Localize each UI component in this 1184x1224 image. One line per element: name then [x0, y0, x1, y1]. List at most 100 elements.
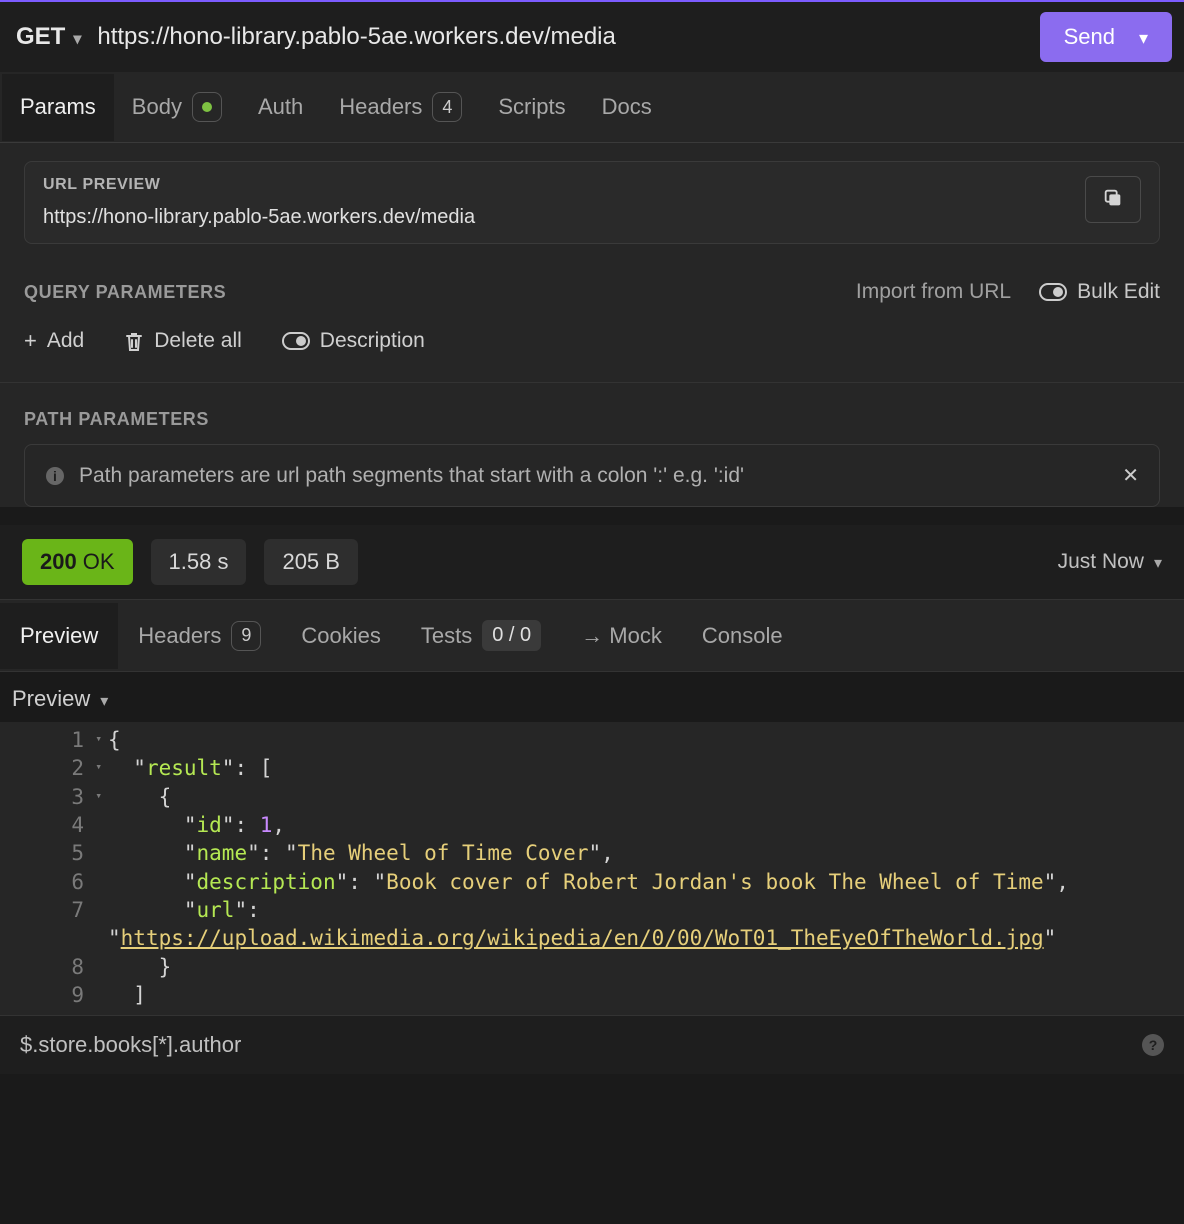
chevron-down-icon [100, 686, 108, 712]
response-status-bar: 200 OK 1.58 s 205 B Just Now [0, 525, 1184, 599]
tab-label: Scripts [498, 94, 565, 120]
copy-icon [1102, 187, 1124, 209]
headers-count-badge: 4 [432, 92, 462, 122]
import-from-url-button[interactable]: Import from URL [856, 280, 1011, 304]
tab-label: Params [20, 94, 96, 120]
code-line: { [90, 783, 171, 811]
status-code: 200 [40, 549, 77, 575]
line-number: 9 [71, 983, 84, 1007]
copy-url-button[interactable] [1085, 176, 1141, 223]
info-icon: i [45, 466, 65, 486]
path-params-section: PATH PARAMETERS i Path parameters are ur… [0, 383, 1184, 507]
tab-headers[interactable]: Headers 4 [321, 72, 480, 142]
response-size-pill[interactable]: 205 B [264, 539, 358, 585]
code-line: "name": "The Wheel of Time Cover", [90, 839, 614, 867]
bulk-edit-button[interactable]: Bulk Edit [1039, 280, 1160, 304]
url-preview-section: URL PREVIEW https://hono-library.pablo-5… [0, 143, 1184, 256]
query-params-actions: Add Delete all Description [0, 314, 1184, 383]
path-params-info-banner: i Path parameters are url path segments … [24, 444, 1160, 507]
line-number: 2 [71, 756, 84, 780]
delete-all-label: Delete all [154, 329, 242, 353]
resp-tab-headers[interactable]: Headers 9 [118, 601, 281, 671]
status-text: OK [83, 549, 115, 575]
tab-label: Tests [421, 623, 472, 649]
query-params-header: QUERY PARAMETERS Import from URL Bulk Ed… [0, 256, 1184, 314]
close-banner-button[interactable]: ✕ [1122, 463, 1139, 488]
resp-tab-cookies[interactable]: Cookies [281, 603, 400, 669]
fold-icon[interactable]: ▾ [95, 789, 102, 804]
chevron-down-icon[interactable] [1139, 24, 1148, 50]
resp-tab-mock[interactable]: → Mock [561, 603, 682, 669]
tab-label: Headers [138, 623, 221, 649]
delete-all-button[interactable]: Delete all [124, 329, 242, 353]
tab-label: → Mock [581, 623, 662, 649]
query-params-title: QUERY PARAMETERS [24, 282, 226, 303]
tab-scripts[interactable]: Scripts [480, 74, 583, 140]
url-input[interactable] [85, 17, 1039, 57]
send-button[interactable]: Send [1040, 12, 1172, 62]
add-param-button[interactable]: Add [24, 328, 84, 354]
tab-label: Cookies [301, 623, 380, 649]
jsonpath-input[interactable] [20, 1032, 1142, 1058]
response-timestamp-dropdown[interactable]: Just Now [1058, 550, 1162, 574]
body-active-dot-icon [202, 102, 212, 112]
chevron-down-icon [1154, 550, 1162, 574]
status-code-pill[interactable]: 200 OK [22, 539, 133, 585]
jsonpath-bar: ? [0, 1015, 1184, 1074]
url-preview-label: URL PREVIEW [43, 176, 1075, 194]
tab-auth[interactable]: Auth [240, 74, 321, 140]
bulk-edit-label: Bulk Edit [1077, 280, 1160, 304]
response-tabs: Preview Headers 9 Cookies Tests 0 / 0 → … [0, 599, 1184, 672]
url-preview-value: https://hono-library.pablo-5ae.workers.d… [43, 206, 1075, 229]
line-number: 7 [71, 898, 84, 922]
line-number: 4 [71, 813, 84, 837]
code-line: ] [90, 981, 146, 1009]
tab-params[interactable]: Params [2, 74, 114, 141]
code-line: } [90, 953, 171, 981]
chevron-down-icon [73, 23, 81, 51]
path-params-info-text: Path parameters are url path segments th… [79, 464, 744, 488]
send-button-label: Send [1064, 24, 1115, 50]
response-timestamp: Just Now [1058, 550, 1144, 574]
request-bar: GET Send [0, 0, 1184, 72]
tab-label: Headers [339, 94, 422, 120]
response-time-pill[interactable]: 1.58 s [151, 539, 247, 585]
toggle-icon [1039, 283, 1067, 301]
fold-icon[interactable]: ▾ [95, 760, 102, 775]
code-line: "url": [90, 896, 260, 924]
tab-body[interactable]: Body [114, 72, 240, 142]
description-label: Description [320, 329, 425, 353]
toggle-icon [282, 332, 310, 350]
import-label: Import from URL [856, 280, 1011, 304]
tab-label: Auth [258, 94, 303, 120]
help-button[interactable]: ? [1142, 1034, 1164, 1056]
preview-mode-dropdown[interactable]: Preview [0, 672, 1184, 722]
code-line: "description": "Book cover of Robert Jor… [90, 868, 1069, 896]
tab-label: Body [132, 94, 182, 120]
svg-text:i: i [53, 468, 57, 484]
response-size: 205 B [282, 549, 340, 575]
tests-count-badge: 0 / 0 [482, 620, 541, 651]
response-time: 1.58 s [169, 549, 229, 575]
http-method-select[interactable]: GET [12, 17, 85, 57]
line-number: 1 [71, 728, 84, 752]
request-tabs: Params Body Auth Headers 4 Scripts Docs [0, 72, 1184, 143]
path-params-title: PATH PARAMETERS [0, 409, 1184, 432]
code-line: "id": 1, [90, 811, 285, 839]
preview-mode-label: Preview [12, 686, 90, 712]
line-number: 6 [71, 870, 84, 894]
resp-tab-console[interactable]: Console [682, 603, 803, 669]
http-method-label: GET [16, 23, 65, 51]
response-body-viewer[interactable]: 1▾{ 2▾ "result": [ 3▾ { 4 "id": 1, 5 "na… [0, 722, 1184, 1015]
code-line: "result": [ [90, 754, 272, 782]
resp-tab-tests[interactable]: Tests 0 / 0 [401, 600, 561, 671]
tab-docs[interactable]: Docs [584, 74, 670, 140]
resp-tab-preview[interactable]: Preview [0, 603, 118, 669]
tab-label: Docs [602, 94, 652, 120]
tab-label: Preview [20, 623, 98, 649]
fold-icon[interactable]: ▾ [95, 732, 102, 747]
line-number: 3 [71, 785, 84, 809]
tab-label: Console [702, 623, 783, 649]
description-toggle-button[interactable]: Description [282, 329, 425, 353]
code-line: "https://upload.wikimedia.org/wikipedia/… [90, 924, 1056, 952]
